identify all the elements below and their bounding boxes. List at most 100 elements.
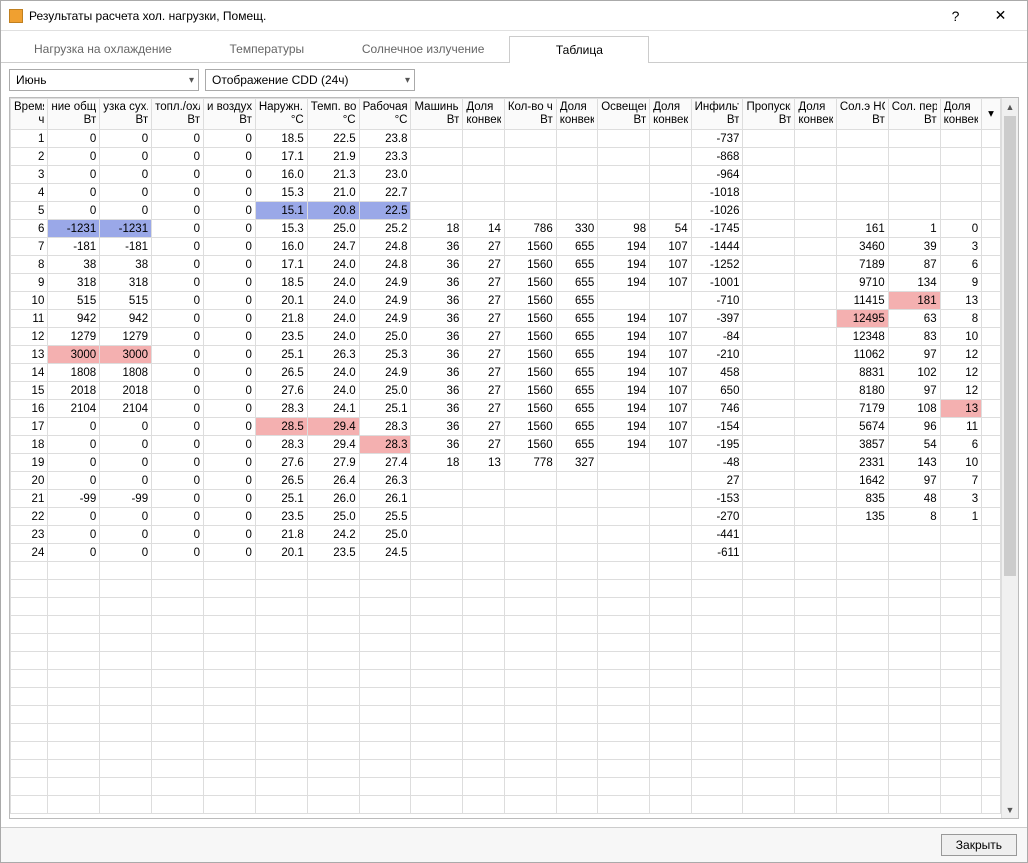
cell[interactable]: 8831 — [836, 364, 888, 382]
table-row[interactable]: 22000023.525.025.5-27013581 — [11, 508, 1001, 526]
cell[interactable]: 17.1 — [255, 256, 307, 274]
cell[interactable]: 107 — [650, 364, 692, 382]
cell[interactable]: 15.3 — [255, 184, 307, 202]
table-row[interactable]: 119429420021.824.024.936271560655194107-… — [11, 310, 1001, 328]
cell[interactable] — [463, 166, 505, 184]
cell[interactable]: 0 — [203, 238, 255, 256]
cell[interactable]: 0 — [100, 544, 152, 562]
cell[interactable]: -710 — [691, 292, 743, 310]
cell[interactable]: 194 — [598, 436, 650, 454]
cell[interactable]: 1808 — [100, 364, 152, 382]
cell[interactable] — [795, 526, 837, 544]
cell[interactable]: 0 — [152, 256, 204, 274]
cell[interactable]: 0 — [152, 526, 204, 544]
cell[interactable]: 13 — [940, 400, 982, 418]
column-header[interactable]: Доляконвек — [463, 99, 505, 130]
cell[interactable]: 27 — [463, 400, 505, 418]
column-header[interactable]: Доляконвек — [650, 99, 692, 130]
cell[interactable]: 7189 — [836, 256, 888, 274]
scroll-down-icon[interactable]: ▼ — [1002, 801, 1018, 818]
cell[interactable]: 25.0 — [359, 382, 411, 400]
cell[interactable]: 15.1 — [255, 202, 307, 220]
cell[interactable]: 3460 — [836, 238, 888, 256]
cell[interactable]: 655 — [556, 310, 598, 328]
cell[interactable]: -1018 — [691, 184, 743, 202]
cell[interactable]: 20.1 — [255, 544, 307, 562]
cell[interactable]: 24.0 — [307, 256, 359, 274]
cell[interactable]: 6 — [940, 436, 982, 454]
cell[interactable] — [650, 184, 692, 202]
cell[interactable]: 28.3 — [255, 400, 307, 418]
cell[interactable] — [598, 544, 650, 562]
cell[interactable]: 134 — [888, 274, 940, 292]
cell[interactable]: 29.4 — [307, 436, 359, 454]
cell[interactable]: 27 — [463, 364, 505, 382]
cell[interactable] — [650, 526, 692, 544]
cell[interactable]: 107 — [650, 436, 692, 454]
cell[interactable] — [598, 202, 650, 220]
cell[interactable]: 655 — [556, 292, 598, 310]
cell[interactable]: 27.4 — [359, 454, 411, 472]
table-row[interactable]: 3000016.021.323.0-964 — [11, 166, 1001, 184]
cell[interactable]: -1231 — [100, 220, 152, 238]
cell[interactable] — [463, 490, 505, 508]
cell[interactable]: 318 — [100, 274, 152, 292]
cell[interactable] — [598, 148, 650, 166]
cell[interactable]: 0 — [152, 418, 204, 436]
cell[interactable]: 1 — [940, 508, 982, 526]
cell[interactable] — [598, 292, 650, 310]
cell[interactable]: 0 — [152, 292, 204, 310]
cell[interactable]: 24.0 — [307, 382, 359, 400]
help-button[interactable]: ? — [933, 1, 978, 30]
cell[interactable] — [556, 202, 598, 220]
cell[interactable]: 6 — [940, 256, 982, 274]
cell[interactable] — [888, 544, 940, 562]
cell[interactable]: 38 — [48, 256, 100, 274]
cell[interactable]: -99 — [48, 490, 100, 508]
cell[interactable]: 24.9 — [359, 364, 411, 382]
cell[interactable]: 194 — [598, 328, 650, 346]
tab-table[interactable]: Таблица — [509, 36, 649, 63]
cell[interactable]: 38 — [100, 256, 152, 274]
cell[interactable] — [598, 130, 650, 148]
cell[interactable]: 26.5 — [255, 472, 307, 490]
cell[interactable]: 194 — [598, 382, 650, 400]
table-row[interactable]: 93183180018.524.024.936271560655194107-1… — [11, 274, 1001, 292]
cell[interactable]: 746 — [691, 400, 743, 418]
table-row[interactable]: 21-99-990025.126.026.1-153835483 — [11, 490, 1001, 508]
cell[interactable]: 96 — [888, 418, 940, 436]
column-header[interactable]: Доляконвек — [795, 99, 837, 130]
cell[interactable] — [504, 544, 556, 562]
cell[interactable] — [795, 238, 837, 256]
cell[interactable]: 1279 — [100, 328, 152, 346]
cell[interactable]: 29.4 — [307, 418, 359, 436]
cell[interactable]: 24.5 — [359, 544, 411, 562]
cell[interactable]: 0 — [203, 490, 255, 508]
cell[interactable]: 0 — [940, 220, 982, 238]
cell[interactable] — [650, 454, 692, 472]
column-header[interactable]: Времяч — [11, 99, 48, 130]
cell[interactable]: 0 — [100, 184, 152, 202]
cell[interactable]: 12 — [940, 346, 982, 364]
cell[interactable]: 2018 — [100, 382, 152, 400]
cell[interactable] — [888, 166, 940, 184]
cell[interactable]: 24.8 — [359, 256, 411, 274]
cell[interactable] — [411, 544, 463, 562]
cell[interactable]: -99 — [100, 490, 152, 508]
cell[interactable]: 0 — [48, 148, 100, 166]
cell[interactable] — [836, 202, 888, 220]
cell[interactable]: 0 — [152, 166, 204, 184]
cell[interactable]: 11062 — [836, 346, 888, 364]
cell[interactable]: 0 — [152, 436, 204, 454]
cell[interactable] — [743, 328, 795, 346]
cell[interactable]: 778 — [504, 454, 556, 472]
cell[interactable]: -1026 — [691, 202, 743, 220]
cell[interactable]: 17 — [11, 418, 48, 436]
cell[interactable]: 0 — [48, 130, 100, 148]
cell[interactable]: 23.5 — [255, 508, 307, 526]
cell[interactable] — [795, 274, 837, 292]
cell[interactable] — [836, 544, 888, 562]
cell[interactable]: 11 — [940, 418, 982, 436]
cell[interactable] — [795, 310, 837, 328]
cell[interactable] — [743, 292, 795, 310]
